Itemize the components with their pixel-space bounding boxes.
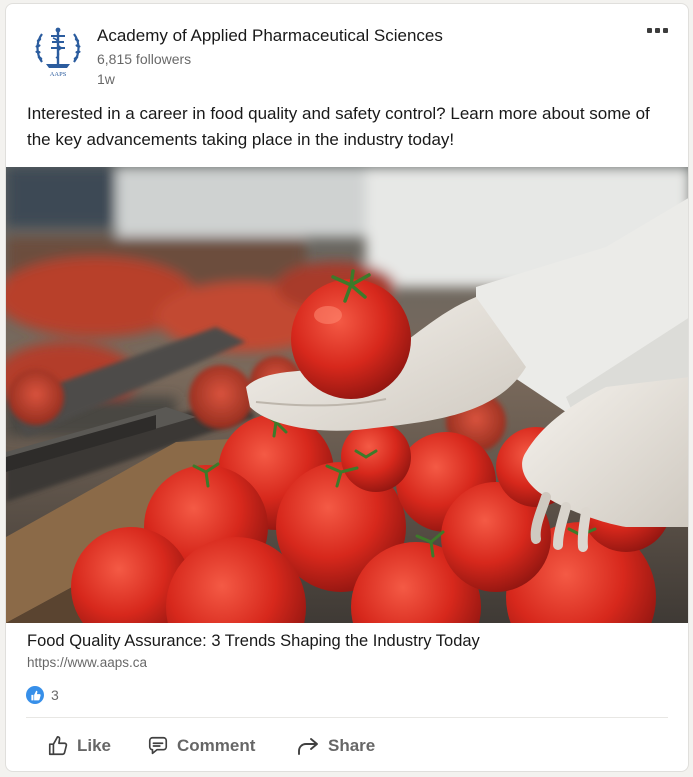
aaps-logo-icon: AAPS [35, 27, 81, 78]
post-image[interactable] [6, 167, 688, 623]
reactions-summary[interactable]: 3 [26, 686, 59, 704]
social-actions-bar: Like Comment Share [6, 724, 688, 768]
link-preview-title[interactable]: Food Quality Assurance: 3 Trends Shaping… [27, 632, 480, 651]
post-text: Interested in a career in food quality a… [27, 104, 650, 149]
like-button[interactable]: Like [47, 724, 111, 768]
comment-label: Comment [177, 736, 256, 755]
company-logo[interactable]: AAPS [34, 24, 82, 80]
tomato-sorting-photo [6, 167, 688, 623]
author-name[interactable]: Academy of Applied Pharmaceutical Scienc… [97, 26, 443, 46]
actions-divider [26, 717, 668, 718]
feed-post-card: AAPS Academy of Applied Pharmaceutical S… [5, 3, 689, 772]
reaction-count: 3 [51, 687, 59, 703]
like-reaction-icon [26, 686, 44, 704]
logo-text: AAPS [50, 71, 67, 78]
comment-icon [148, 736, 168, 755]
comment-button[interactable]: Comment [147, 724, 255, 768]
post-age: 1w [97, 71, 115, 87]
ellipsis-icon [646, 27, 652, 33]
link-preview-url[interactable]: https://www.aaps.ca [27, 655, 147, 670]
share-arrow-icon [298, 738, 318, 755]
share-label: Share [328, 736, 376, 755]
follower-count: 6,815 followers [97, 51, 192, 67]
post-header: AAPS Academy of Applied Pharmaceutical S… [6, 4, 688, 96]
like-label: Like [77, 736, 112, 755]
thumbs-up-icon [48, 736, 68, 756]
share-button[interactable]: Share [296, 724, 375, 768]
more-options-button[interactable] [640, 19, 674, 41]
